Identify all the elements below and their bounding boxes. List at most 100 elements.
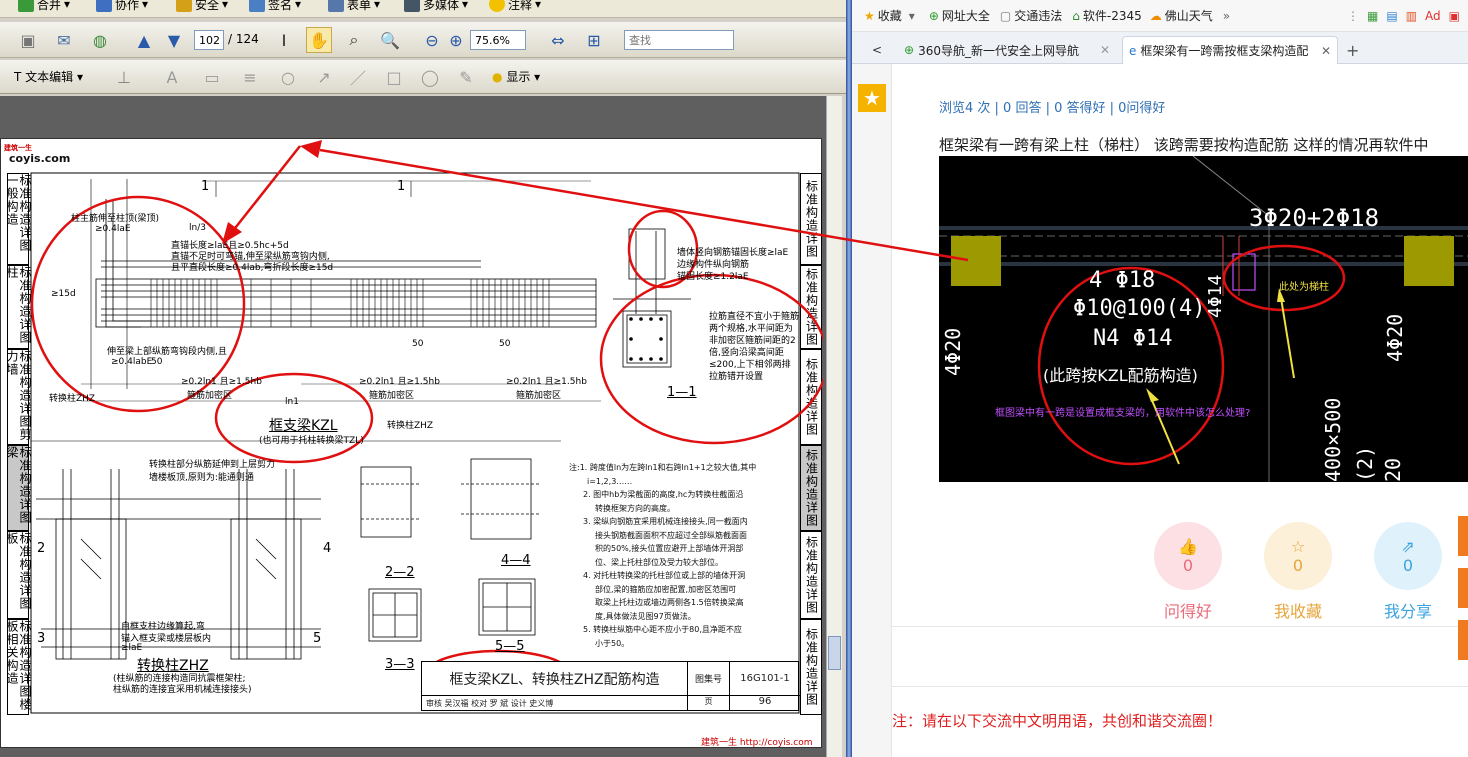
select-tool-icon[interactable]: I <box>272 28 296 52</box>
calendar-icon[interactable]: ▥ <box>1406 9 1417 23</box>
share-label: 我分享 <box>1383 602 1432 621</box>
vertical-scrollbar[interactable] <box>826 96 842 757</box>
line-tool-icon[interactable]: ／ <box>346 65 370 89</box>
cad-top-rebar: 3Φ20+2Φ18 <box>1249 204 1380 232</box>
more-bookmarks-icon[interactable]: » <box>1223 9 1230 23</box>
bookmark-weather[interactable]: ☁ 佛山天气 <box>1150 7 1213 24</box>
lock-icon <box>176 0 192 12</box>
floating-side-tab[interactable] <box>1458 620 1468 660</box>
favorite-star-icon[interactable]: ★ <box>858 84 886 112</box>
text-edit-button[interactable]: T 文本编辑 ▾ <box>14 68 83 85</box>
pdf-toolbar-navigation: ▣ ✉ ◍ ▲ ▼ / 124 I ✋ ⌕ 🔍 ⊖ ⊕ ⇔ ⊞ <box>0 22 846 58</box>
note-line: 部位,梁的箍筋应加密配置,加密区范围可 <box>595 584 737 594</box>
share-button[interactable]: ⇗ 0 我分享 <box>1374 522 1442 622</box>
apps-icon[interactable]: ▦ <box>1367 9 1378 23</box>
save-icon[interactable]: ▣ <box>16 28 40 52</box>
rectangle-tool-icon[interactable]: □ <box>382 65 406 89</box>
collaborate-icon <box>96 0 112 12</box>
drawing-note: 转换柱ZHZ <box>49 394 96 404</box>
floating-side-tab[interactable] <box>1458 516 1468 556</box>
new-tab-button[interactable]: + <box>1340 36 1365 64</box>
kzl-subtitle: (也可用于托柱转换梁TZL) <box>259 436 364 446</box>
find-input[interactable] <box>624 30 734 50</box>
close-icon[interactable]: ✕ <box>1321 44 1331 58</box>
extension-icon[interactable]: ▣ <box>1449 9 1460 23</box>
note-line: 接头钢筋截面面积不应超过全部纵筋截面面 <box>595 530 747 540</box>
drawing-dim: ≥0.2ln1 且≥1.5hb <box>506 377 587 387</box>
show-button[interactable]: ● 显示 ▾ <box>492 68 540 85</box>
cad-right-col: 4Φ20 <box>1383 313 1407 362</box>
good-question-button[interactable]: 👍 0 问得好 <box>1154 522 1222 622</box>
fit-page-icon[interactable]: ⊞ <box>582 28 606 52</box>
bookmark-traffic[interactable]: ▢ 交通违法 <box>1000 7 1062 24</box>
menu-collaborate[interactable]: 协作 ▾ <box>96 0 148 14</box>
kzl-title: 框支梁KZL <box>269 418 338 434</box>
marquee-zoom-icon[interactable]: ⌕ <box>342 28 366 52</box>
hand-tool-icon[interactable]: ✋ <box>306 27 332 53</box>
cad-rebar-line-3: N4 Φ14 <box>1093 326 1173 351</box>
zoom-out-icon[interactable]: ⊖ <box>420 28 444 52</box>
question-text: 框架梁有一跨有梁上柱（梯柱） 该跨需要按构造配筋 这样的情况再软件中 <box>939 136 1429 154</box>
drawing-dim: ≥0.2ln1 且≥1.5hb <box>359 377 440 387</box>
text-box-icon[interactable]: A <box>160 65 184 89</box>
email-icon[interactable]: ✉ <box>52 28 76 52</box>
more-icon[interactable]: ⋮ <box>1347 9 1359 23</box>
zoom-select[interactable] <box>470 30 526 50</box>
note-line: 2. 图中hb为梁截面的高度,hc为转换柱截面沿 <box>583 490 744 499</box>
note-line: 积的50%,接头位置应避开上部墙体开洞部 <box>595 544 744 553</box>
pencil-tool-icon[interactable]: ✎ <box>454 65 478 89</box>
stamp-icon[interactable]: ⊥ <box>112 65 136 89</box>
zoom-tool-icon[interactable]: 🔍 <box>378 28 402 52</box>
civility-notice: 注：请在以下交流中文明用语，共创和谐交流圈！ <box>892 712 1223 730</box>
menu-multimedia[interactable]: 多媒体 ▾ <box>404 0 468 14</box>
collect-button[interactable]: ☆ 0 我收藏 <box>1264 522 1332 622</box>
oval-tool-icon[interactable]: ◯ <box>418 65 442 89</box>
drawing-note: 箍筋加密区 <box>369 391 415 401</box>
drawing-note: 柱主筋伸至柱顶(梁顶) <box>71 214 160 224</box>
next-page-icon[interactable]: ▼ <box>162 28 186 52</box>
menu-forms[interactable]: 表单 ▾ <box>328 0 380 14</box>
prev-page-icon[interactable]: ▲ <box>132 28 156 52</box>
cloud-icon[interactable]: ○ <box>276 65 300 89</box>
cad-dimension-3: 20 <box>1381 457 1405 482</box>
news-icon[interactable]: ▤ <box>1386 9 1397 23</box>
menu-security[interactable]: 安全 ▾ <box>176 0 228 14</box>
arrow-tool-icon[interactable]: ↗ <box>312 65 336 89</box>
atlas-label: 图集号 <box>688 662 730 696</box>
comment-icon <box>489 0 505 12</box>
page-number-input[interactable] <box>194 30 224 50</box>
section-mark: 1 <box>397 179 406 194</box>
bookmark-sites[interactable]: ⊕ 网址大全 <box>929 7 990 24</box>
zoom-in-icon[interactable]: ⊕ <box>444 28 468 52</box>
ad-block-icon[interactable]: Ad <box>1425 9 1441 23</box>
tab-question[interactable]: e 框架梁有一跨需按框支梁构造配 ✕ <box>1122 36 1338 64</box>
left-rail: ★ <box>852 64 892 757</box>
note-line: 位、梁上托柱部位及受力较大部位。 <box>595 557 723 567</box>
section-3-3-title: 3—3 <box>385 657 415 672</box>
globe-icon[interactable]: ◍ <box>88 28 112 52</box>
back-button[interactable]: < <box>866 36 888 64</box>
menu-comment[interactable]: 注释 ▾ <box>489 0 541 14</box>
browser-window: ★ 收藏 ▾ ⊕ 网址大全 ▢ 交通违法 ⌂ 软件-2345 ☁ 佛山天气 » ⋮ ▦ ▤ … <box>852 0 1468 757</box>
section-4-4-title: 4—4 <box>501 553 531 568</box>
menu-sign[interactable]: 签名 ▾ <box>249 0 301 14</box>
fit-width-icon[interactable]: ⇔ <box>546 28 570 52</box>
thumb-icon: 👍 <box>1178 537 1198 556</box>
cad-question-note: 框图梁中有一跨是设置成框支梁的，用软件中该怎么处理? <box>995 408 1251 419</box>
question-stats[interactable]: 浏览4 次 | 0 回答 | 0 答得好 | 0问得好 <box>939 97 1165 116</box>
bookmark-favorites[interactable]: ★ 收藏 ▾ <box>864 7 915 24</box>
tab-360-nav[interactable]: ⊕ 360导航_新一代安全上网导航 ✕ <box>898 36 1116 64</box>
note-icon[interactable]: ≡ <box>238 65 262 89</box>
drawing-dim: ln/3 <box>189 223 206 233</box>
share-icon: ⇗ <box>1401 537 1415 556</box>
menu-merge[interactable]: 合并 ▾ <box>18 0 70 14</box>
section-2-2-title: 2—2 <box>385 565 415 580</box>
share-count: 0 <box>1402 556 1414 575</box>
floating-side-tab[interactable] <box>1458 568 1468 608</box>
close-icon[interactable]: ✕ <box>1100 43 1110 57</box>
scrollbar-thumb[interactable] <box>828 636 841 670</box>
note-line: 5. 转换柱纵筋中心距不应小于80,且净距不应 <box>583 625 742 634</box>
callout-icon[interactable]: ▭ <box>200 65 224 89</box>
site-icon: ⊕ <box>904 43 915 57</box>
bookmark-software[interactable]: ⌂ 软件-2345 <box>1072 7 1142 24</box>
